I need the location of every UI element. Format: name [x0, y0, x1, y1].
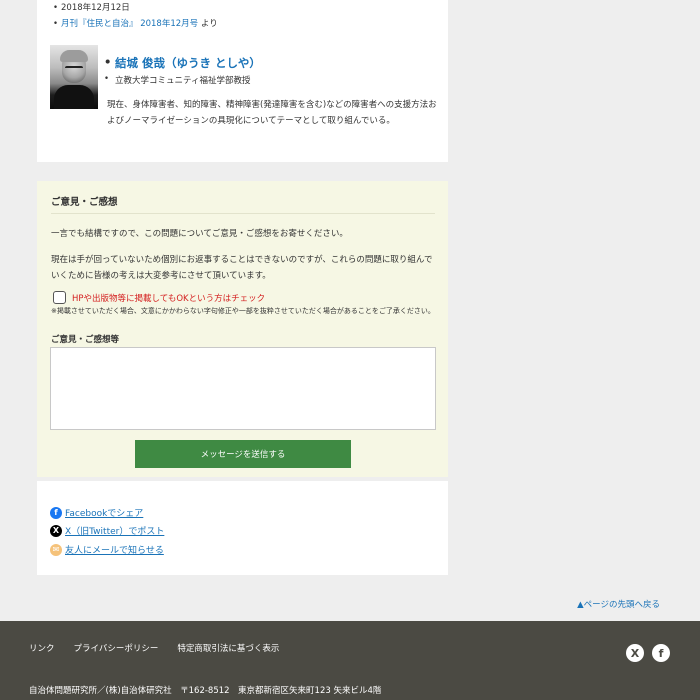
footer-link-commerce[interactable]: 特定商取引法に基づく表示 — [177, 642, 279, 654]
share-card: f Facebookでシェア X X（旧Twitter）でポスト ✉ 友人にメー… — [37, 481, 448, 575]
footer-address: 自治体問題研究所／(株)自治体研究社 〒162-8512 東京都新宿区矢来町12… — [29, 686, 382, 696]
footer-nav: リンク プライバシーポリシー 特定商取引法に基づく表示 — [29, 642, 298, 654]
consent-note: ※掲載させていただく場合、文意にかかわらない字句修正や一部を抜粋させていただく場… — [51, 307, 435, 315]
submit-button[interactable]: メッセージを送信する — [135, 440, 351, 468]
share-x-link[interactable]: X（旧Twitter）でポスト — [65, 524, 164, 537]
feedback-intro: 一言でも結構ですので、この問題についてご意見・ご感想をお寄せください。 — [51, 229, 348, 239]
feedback-heading: ご意見・ご感想 — [51, 197, 118, 208]
x-icon: X — [50, 524, 62, 537]
author-bio: 現在、身体障害者、知的障害、精神障害(発達障害を含む)などの障害者への支援方法お… — [107, 100, 437, 126]
share-x-row: X X（旧Twitter）でポスト — [50, 524, 164, 537]
consent-checkbox[interactable] — [53, 291, 66, 304]
share-mail-link[interactable]: 友人にメールで知らせる — [65, 543, 164, 556]
author-name: 結城 俊哉（ゆうき としや） — [104, 55, 261, 71]
article-author-card: 2018年12月12日 月刊『住民と自治』 2018年12月号 より 結城 俊哉… — [37, 0, 448, 162]
source-suffix: より — [198, 19, 218, 29]
share-facebook-link[interactable]: Facebookでシェア — [65, 506, 143, 519]
facebook-icon[interactable]: f — [652, 644, 670, 662]
footer-social: X f — [618, 644, 670, 662]
share-mail-row: ✉ 友人にメールで知らせる — [50, 543, 164, 556]
feedback-form: ご意見・ご感想 一言でも結構ですので、この問題についてご意見・ご感想をお寄せくだ… — [37, 181, 448, 477]
consent-label[interactable]: HPや出版物等に掲載してもOKという方はチェック — [72, 292, 265, 304]
author-photo — [50, 45, 98, 109]
photo-glasses-shape — [65, 66, 83, 70]
back-to-top-link[interactable]: ▲ページの先頭へ戻る — [577, 598, 660, 610]
article-source: 月刊『住民と自治』 2018年12月号 より — [53, 16, 218, 32]
x-icon[interactable]: X — [626, 644, 644, 662]
footer-link-privacy[interactable]: プライバシーポリシー — [74, 642, 159, 654]
feedback-divider — [51, 213, 435, 214]
article-date: 2018年12月12日 — [53, 0, 218, 16]
photo-hair-shape — [60, 50, 88, 62]
author-title: 立教大学コミュニティ福祉学部教授 — [104, 74, 251, 86]
article-meta-list: 2018年12月12日 月刊『住民と自治』 2018年12月号 より — [53, 0, 218, 32]
mail-icon: ✉ — [50, 543, 62, 556]
photo-body-shape — [54, 85, 94, 109]
facebook-icon: f — [50, 506, 62, 519]
footer-link-links[interactable]: リンク — [29, 642, 55, 654]
feedback-notice: 現在は手が回っていないため個別にお返事することはできないのですが、これらの問題に… — [51, 255, 433, 281]
site-footer: リンク プライバシーポリシー 特定商取引法に基づく表示 X f 自治体問題研究所… — [0, 621, 700, 700]
comment-textarea[interactable] — [50, 347, 436, 430]
share-facebook-row: f Facebookでシェア — [50, 506, 143, 519]
comment-label: ご意見・ご感想等 — [51, 335, 120, 345]
source-link[interactable]: 月刊『住民と自治』 2018年12月号 — [61, 19, 198, 29]
